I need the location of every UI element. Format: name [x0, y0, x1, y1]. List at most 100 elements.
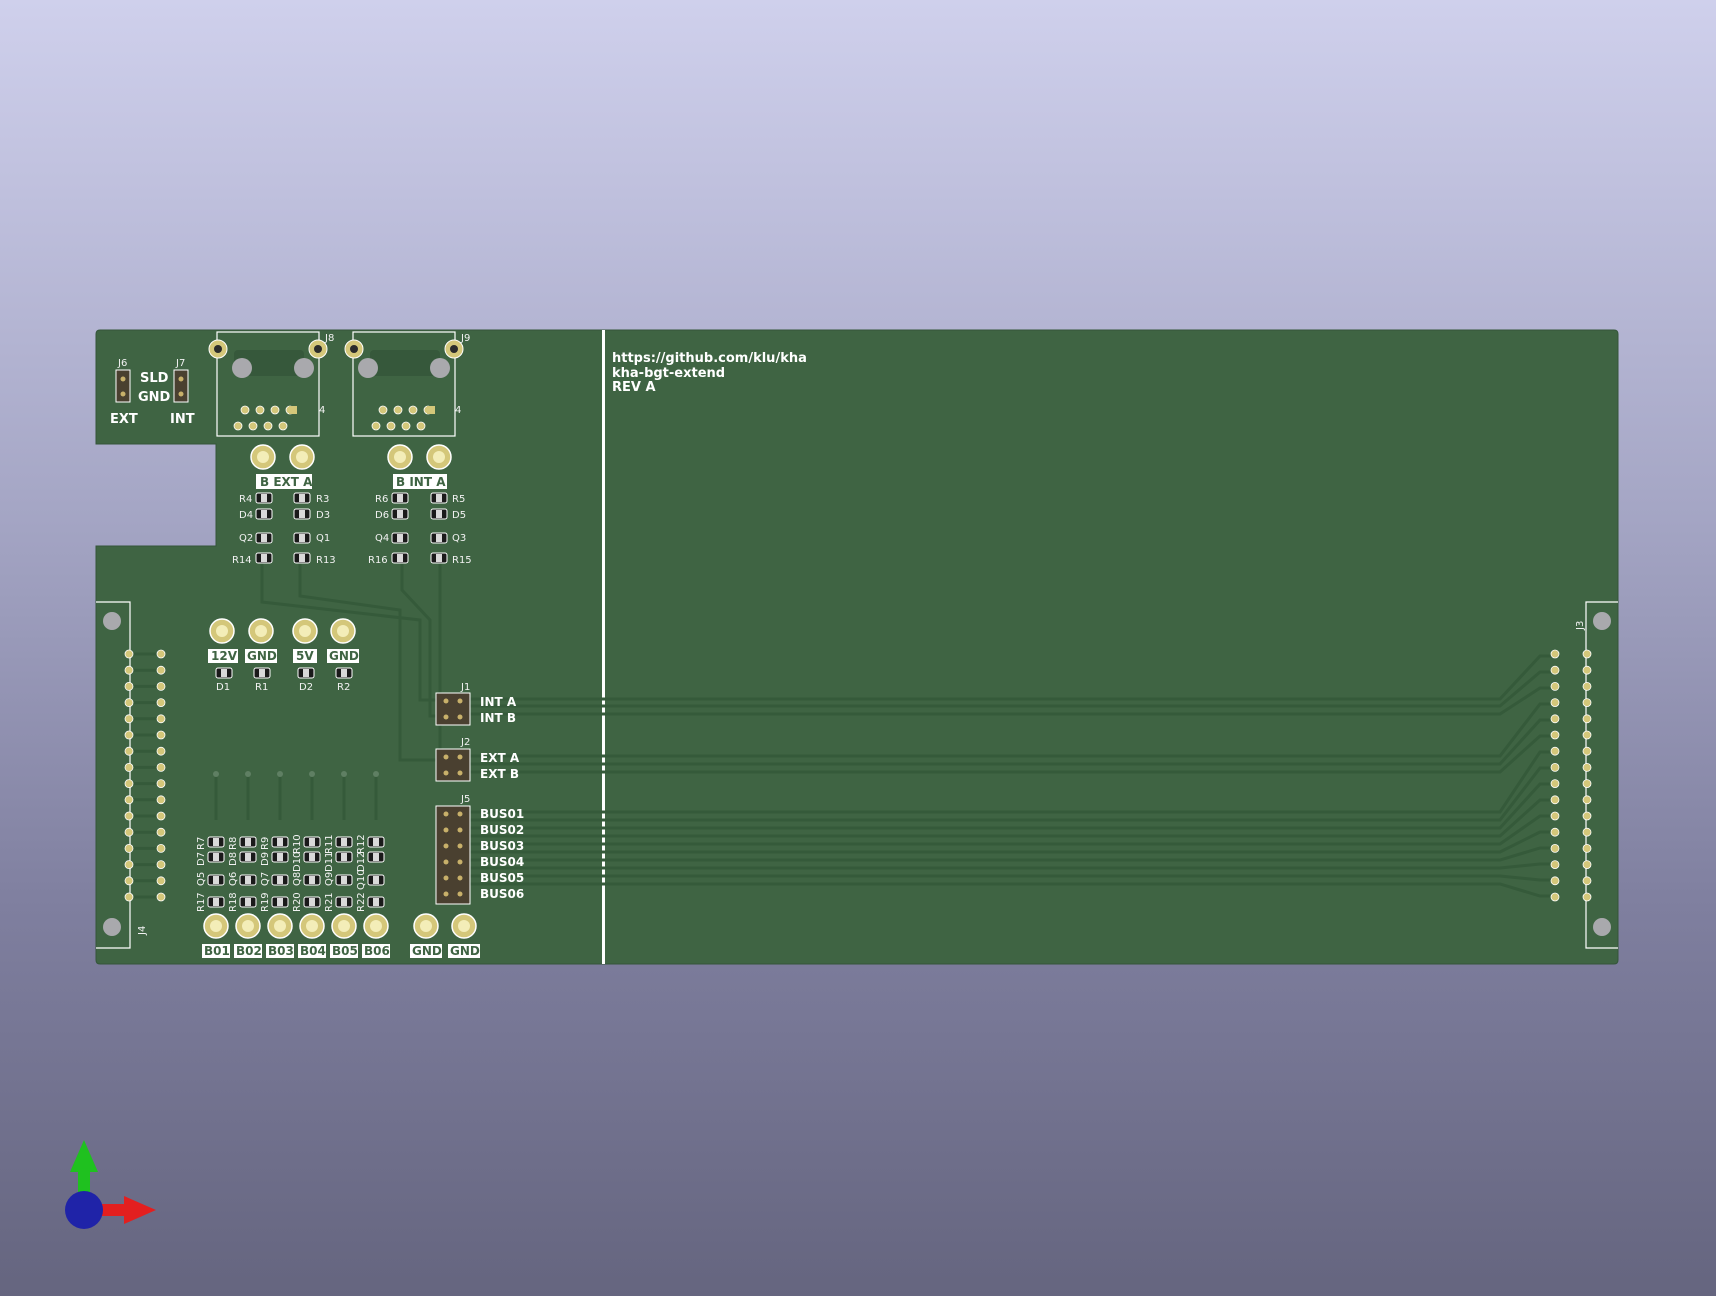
ref-r19: R19 — [260, 892, 271, 912]
tp-label-gnd-a: GND — [412, 944, 442, 958]
header-pin — [443, 827, 449, 833]
smd-part-11-body — [397, 554, 403, 562]
power-smd-0-body — [221, 669, 227, 677]
bus01-label: BUS01 — [480, 807, 524, 821]
ref-q10: Q10 — [356, 869, 367, 890]
ref-d3: D3 — [316, 510, 330, 521]
ref-r7: R7 — [196, 837, 207, 850]
header-pin — [443, 770, 449, 776]
db9-testpoint-1-center — [296, 451, 308, 463]
edge-pin — [156, 795, 166, 805]
power-label-5v: 5V — [296, 649, 314, 663]
via — [373, 771, 379, 777]
edge-pin — [1550, 827, 1560, 837]
int-a-label: INT A — [480, 695, 517, 709]
db9-pin — [255, 405, 265, 415]
edge-pin — [124, 876, 134, 886]
j8-ref: J8 — [324, 333, 334, 344]
ref-q8: Q8 — [292, 872, 303, 886]
ref-r17: R17 — [196, 892, 207, 912]
power-label-gnd-2: GND — [329, 649, 359, 663]
ref-r2: R2 — [337, 682, 350, 693]
z-axis-ball-icon — [65, 1191, 103, 1229]
j9-ref: J9 — [460, 333, 470, 344]
header-pin — [457, 714, 463, 720]
edge-pin — [124, 844, 134, 853]
edge-pin — [1550, 811, 1560, 821]
edge-pin — [124, 860, 134, 869]
ref-d7: D7 — [196, 852, 207, 866]
header-pin — [457, 875, 463, 881]
j7-header[interactable] — [173, 369, 189, 403]
b-ext-a-label: B EXT A — [260, 475, 313, 489]
ref-q1: Q1 — [316, 533, 330, 544]
edge-pin — [1582, 682, 1592, 691]
edge-pin — [124, 746, 134, 756]
edge-pin — [156, 746, 166, 756]
j5-ref: J5 — [460, 794, 470, 805]
edge-pin — [1582, 779, 1592, 788]
ref-q7: Q7 — [260, 872, 271, 886]
via — [277, 771, 283, 777]
ref-r13: R13 — [316, 555, 336, 566]
edge-pin — [1550, 779, 1560, 788]
bus-smd-4-2-body — [341, 876, 347, 884]
bus-smd-3-2-body — [309, 876, 315, 884]
power-testpoint-1-center — [255, 625, 267, 637]
db9-testpoint-3-center — [433, 451, 445, 463]
bus-smd-3-0-body — [309, 838, 315, 846]
edge-pin — [124, 730, 134, 740]
db9-pin — [401, 421, 411, 431]
axes-gizmo[interactable] — [65, 1140, 156, 1229]
header-pin — [457, 754, 463, 760]
ref-d8: D8 — [228, 852, 239, 866]
header-pin — [457, 843, 463, 849]
edge-pin — [1550, 795, 1560, 805]
edge-pin — [124, 714, 134, 724]
header-pin — [443, 754, 449, 760]
edge-pin — [124, 827, 134, 837]
smd-part-1-body — [261, 510, 267, 518]
bottom-testpoint-1-center — [242, 920, 254, 932]
ext-label: EXT — [110, 412, 138, 427]
header-j5[interactable]: J5 BUS01 BUS02 BUS03 BUS04 BUS05 BUS06 — [435, 794, 524, 905]
edge-pin — [1582, 811, 1592, 821]
edge-pin — [1582, 795, 1592, 805]
bus-smd-1-3-body — [245, 898, 251, 906]
mount-hole-left-bottom — [103, 918, 121, 936]
edge-pin — [1582, 698, 1592, 707]
header-pin — [443, 875, 449, 881]
int-label: INT — [170, 412, 195, 427]
pcb-3d-viewport[interactable]: https://github.com/klu/kha kha-bgt-exten… — [0, 0, 1716, 1296]
bus-smd-5-3-body — [373, 898, 379, 906]
j7-ref: J7 — [175, 358, 185, 369]
bus-smd-1-0-body — [245, 838, 251, 846]
ref-r8: R8 — [228, 837, 239, 850]
smd-part-6-body — [299, 534, 305, 542]
j9-pin1: 4 — [455, 405, 461, 416]
edge-pin — [1582, 714, 1592, 724]
ref-q3: Q3 — [452, 533, 466, 544]
ref-q2: Q2 — [239, 533, 253, 544]
edge-pin — [1582, 746, 1592, 756]
ref-q5: Q5 — [196, 872, 207, 886]
j6-header[interactable] — [115, 369, 131, 403]
tp-label-b02: B02 — [236, 944, 262, 958]
mount-hole-left-top — [103, 612, 121, 630]
bus-smd-4-0-body — [341, 838, 347, 846]
tp-label-gnd-b: GND — [450, 944, 480, 958]
db9-testpoint-2-center — [394, 451, 406, 463]
smd-part-9-body — [397, 510, 403, 518]
via — [245, 771, 251, 777]
edge-pin — [156, 682, 166, 691]
ref-r10: R10 — [292, 834, 303, 854]
j6-ref: J6 — [117, 358, 127, 369]
ref-r5: R5 — [452, 494, 465, 505]
ext-a-label: EXT A — [480, 751, 520, 765]
db9-pin — [378, 405, 388, 415]
edge-pin — [1582, 665, 1592, 675]
bus-smd-2-1-body — [277, 853, 283, 861]
ref-r12: R12 — [356, 834, 367, 854]
edge-pin — [156, 714, 166, 724]
ref-r22: R22 — [356, 892, 367, 912]
